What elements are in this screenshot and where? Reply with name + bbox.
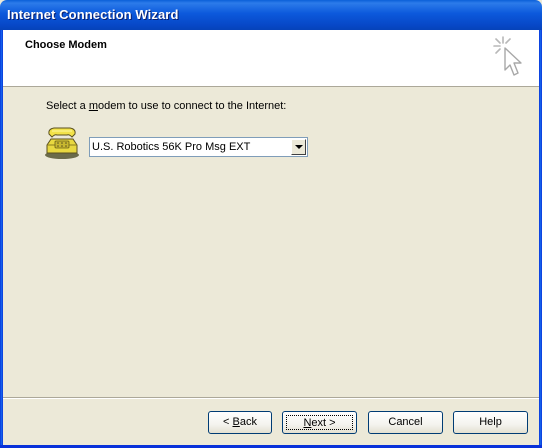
page-title: Choose Modem [25, 39, 107, 51]
wizard-header: Choose Modem [3, 30, 539, 87]
next-label-post: ext > [311, 417, 336, 429]
prompt-text-pre: Select a [46, 100, 89, 112]
next-button[interactable]: Next > [282, 411, 357, 434]
back-label-pre: < [223, 416, 233, 428]
help-button[interactable]: Help [453, 411, 528, 434]
button-separator [3, 397, 539, 399]
modem-select-value: U.S. Robotics 56K Pro Msg EXT [92, 141, 251, 153]
chevron-down-icon[interactable] [291, 139, 306, 155]
back-button[interactable]: < Back [208, 411, 272, 434]
title-bar[interactable]: Internet Connection Wizard [0, 0, 542, 30]
window-title: Internet Connection Wizard [7, 7, 179, 22]
telephone-modem-icon [45, 127, 79, 159]
wizard-cursor-icon [493, 36, 522, 76]
cancel-button[interactable]: Cancel [368, 411, 443, 434]
back-accelerator: B [232, 416, 240, 428]
prompt-text-post: odem to use to connect to the Internet: [97, 100, 287, 112]
wizard-window: Internet Connection Wizard Choose Modem … [0, 0, 542, 448]
modem-select[interactable]: U.S. Robotics 56K Pro Msg EXT [89, 137, 308, 157]
next-focus-ring: Next > [286, 415, 353, 430]
back-label-post: ack [239, 416, 257, 428]
prompt-accelerator: m [88, 100, 98, 112]
wizard-content: Select a modem to use to connect to the … [3, 87, 539, 397]
modem-prompt-label: Select a modem to use to connect to the … [46, 100, 286, 112]
